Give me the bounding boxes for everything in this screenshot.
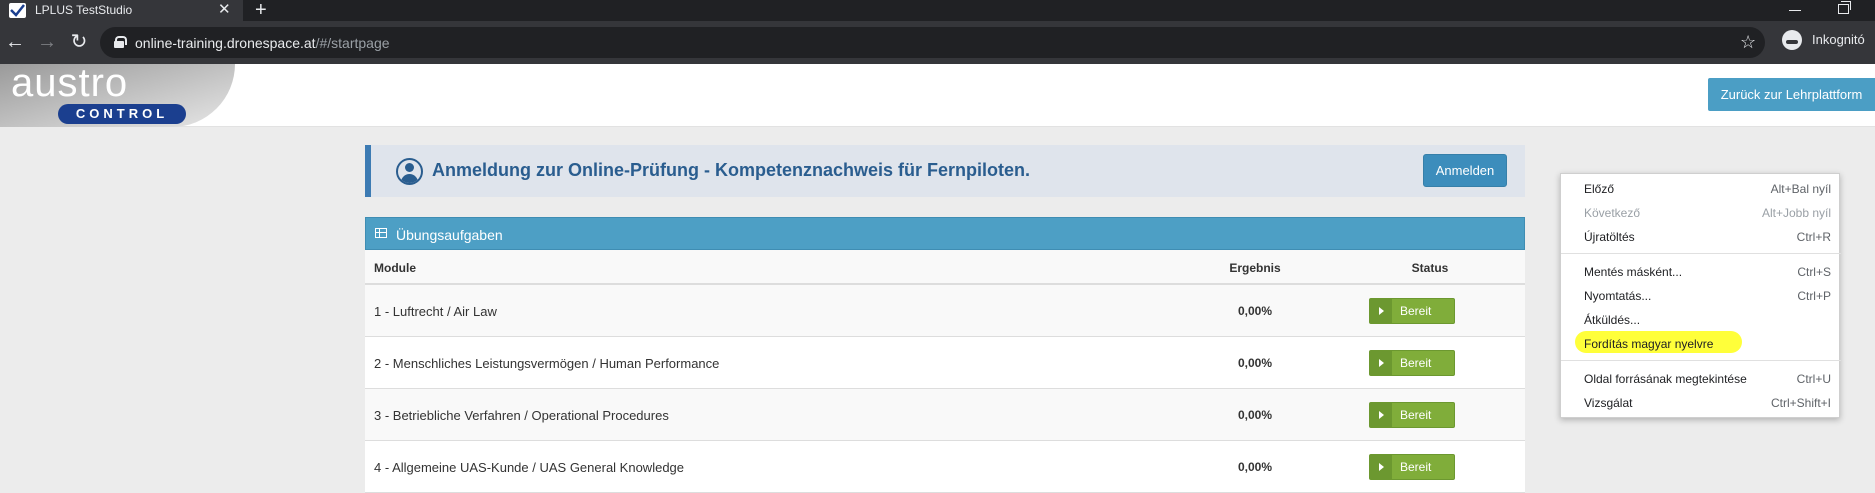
- page-header: austro CONTROL Zurück zur Lehrplattform: [0, 61, 1875, 127]
- user-icon: [396, 158, 423, 185]
- address-bar[interactable]: online-training.dronespace.at/#/startpag…: [100, 27, 1765, 58]
- browser-tab[interactable]: LPLUS TestStudio ✕: [0, 0, 243, 21]
- context-menu-separator: [1561, 360, 1841, 361]
- context-menu-item-shortcut: Alt+Jobb nyíl: [1761, 206, 1831, 220]
- table-row: 1 - Luftrecht / Air Law 0,00% Bereit: [365, 285, 1525, 337]
- column-header-result: Ergebnis: [1229, 261, 1281, 275]
- context-menu-item-label: Előző: [1584, 182, 1615, 196]
- module-name: 3 - Betriebliche Verfahren / Operational…: [374, 408, 669, 423]
- context-menu-item-shortcut: Alt+Bal nyíl: [1770, 182, 1831, 196]
- forward-arrow-icon[interactable]: →: [34, 21, 60, 64]
- modules-table: Module Ergebnis Status 1 - Luftrecht / A…: [365, 250, 1525, 493]
- table-row: 3 - Betriebliche Verfahren / Operational…: [365, 389, 1525, 441]
- logo-word: austro: [11, 61, 129, 105]
- table-body: 1 - Luftrecht / Air Law 0,00% Bereit 2 -…: [365, 285, 1525, 493]
- tab-title: LPLUS TestStudio: [35, 3, 133, 17]
- incognito-label: Inkognitó: [1812, 32, 1865, 47]
- new-tab-icon[interactable]: +: [255, 0, 267, 21]
- ready-button[interactable]: Bereit: [1369, 402, 1455, 428]
- context-menu-item-shortcut: Ctrl+P: [1797, 289, 1831, 303]
- context-menu-item-inspect[interactable]: Vizsgálat Ctrl+Shift+I: [1561, 393, 1841, 413]
- table-header-row: Module Ergebnis Status: [365, 250, 1525, 285]
- play-arrow-icon: [1370, 455, 1392, 479]
- context-menu-item-shortcut: Ctrl+U: [1796, 372, 1831, 386]
- url-text[interactable]: online-training.dronespace.at/#/startpag…: [135, 35, 390, 51]
- restore-window-icon[interactable]: [1838, 1, 1851, 14]
- browser-tab-bar: LPLUS TestStudio ✕ +: [0, 0, 1875, 21]
- module-name: 2 - Menschliches Leistungsvermögen / Hum…: [374, 356, 720, 371]
- url-path: /#/startpage: [315, 35, 390, 51]
- module-result: 0,00%: [1237, 356, 1273, 370]
- registration-title: Anmeldung zur Online-Prüfung - Kompetenz…: [432, 160, 1031, 180]
- ready-button-label: Bereit: [1400, 304, 1432, 318]
- module-name: 4 - Allgemeine UAS-Kunde / UAS General K…: [374, 460, 685, 475]
- context-menu-item-translate[interactable]: Fordítás magyar nyelvre: [1561, 334, 1841, 354]
- ready-button-label: Bereit: [1400, 356, 1432, 370]
- context-menu-item-view-source[interactable]: Oldal forrásának megtekintése Ctrl+U: [1561, 369, 1841, 389]
- module-result: 0,00%: [1237, 304, 1273, 318]
- context-menu-item-label: Mentés másként...: [1584, 265, 1683, 279]
- reload-icon[interactable]: ↻: [66, 21, 92, 64]
- module-name: 1 - Luftrecht / Air Law: [374, 304, 497, 319]
- play-arrow-icon: [1370, 403, 1392, 427]
- exercises-title: Übungsaufgaben: [396, 227, 503, 243]
- context-menu-item-shortcut: Ctrl+S: [1797, 265, 1831, 279]
- table-grid-icon: [375, 228, 387, 238]
- incognito-icon: [1782, 30, 1802, 50]
- context-menu-item-shortcut: Ctrl+Shift+I: [1770, 396, 1831, 410]
- context-menu-item-label: Nyomtatás...: [1584, 289, 1652, 303]
- context-menu-item-label: Következő: [1584, 206, 1641, 220]
- context-menu-item-label: Vizsgálat: [1584, 396, 1633, 410]
- context-menu-item-label: Átküldés...: [1584, 313, 1641, 327]
- lock-icon[interactable]: [114, 36, 127, 48]
- table-row: 4 - Allgemeine UAS-Kunde / UAS General K…: [365, 441, 1525, 493]
- austro-control-logo: austro CONTROL: [0, 61, 235, 127]
- table-row: 2 - Menschliches Leistungsvermögen / Hum…: [365, 337, 1525, 389]
- context-menu-item-label: Újratöltés: [1584, 230, 1635, 244]
- url-host: online-training.dronespace.at: [135, 35, 316, 51]
- bookmark-star-icon[interactable]: ☆: [1740, 31, 1756, 53]
- ready-button[interactable]: Bereit: [1369, 350, 1455, 376]
- context-menu-item-reload[interactable]: Újratöltés Ctrl+R: [1561, 227, 1841, 247]
- browser-toolbar: ← → ↻ online-training.dronespace.at/#/st…: [0, 21, 1875, 64]
- context-menu-item-label: Oldal forrásának megtekintése: [1584, 372, 1747, 386]
- column-header-module: Module: [374, 261, 416, 275]
- context-menu-item-label: Fordítás magyar nyelvre: [1584, 337, 1714, 351]
- context-menu-separator: [1561, 253, 1841, 254]
- register-button[interactable]: Anmelden: [1423, 154, 1507, 187]
- ready-button-label: Bereit: [1400, 408, 1432, 422]
- play-arrow-icon: [1370, 299, 1392, 323]
- back-arrow-icon[interactable]: ←: [2, 21, 28, 64]
- module-result: 0,00%: [1237, 460, 1273, 474]
- logo-badge: CONTROL: [58, 104, 186, 124]
- context-menu: Előző Alt+Bal nyíl Következő Alt+Jobb ny…: [1560, 173, 1841, 418]
- context-menu-item-shortcut: Ctrl+R: [1796, 230, 1831, 244]
- minimize-window-icon[interactable]: [1789, 0, 1803, 21]
- context-menu-item-back[interactable]: Előző Alt+Bal nyíl: [1561, 179, 1841, 199]
- exercises-header: Übungsaufgaben: [365, 217, 1525, 250]
- context-menu-item-forward[interactable]: Következő Alt+Jobb nyíl: [1561, 203, 1841, 223]
- back-to-platform-button[interactable]: Zurück zur Lehrplattform: [1708, 78, 1875, 111]
- registration-panel: Anmeldung zur Online-Prüfung - Kompetenz…: [365, 145, 1525, 197]
- context-menu-item-print[interactable]: Nyomtatás... Ctrl+P: [1561, 286, 1841, 306]
- ready-button[interactable]: Bereit: [1369, 454, 1455, 480]
- ready-button-label: Bereit: [1400, 460, 1432, 474]
- play-arrow-icon: [1370, 351, 1392, 375]
- context-menu-item-cast[interactable]: Átküldés...: [1561, 310, 1841, 330]
- module-result: 0,00%: [1237, 408, 1273, 422]
- ready-button[interactable]: Bereit: [1369, 298, 1455, 324]
- close-tab-icon[interactable]: ✕: [218, 1, 231, 19]
- context-menu-item-save-as[interactable]: Mentés másként... Ctrl+S: [1561, 262, 1841, 282]
- lplus-favicon-icon: [9, 3, 26, 18]
- column-header-status: Status: [1411, 261, 1449, 275]
